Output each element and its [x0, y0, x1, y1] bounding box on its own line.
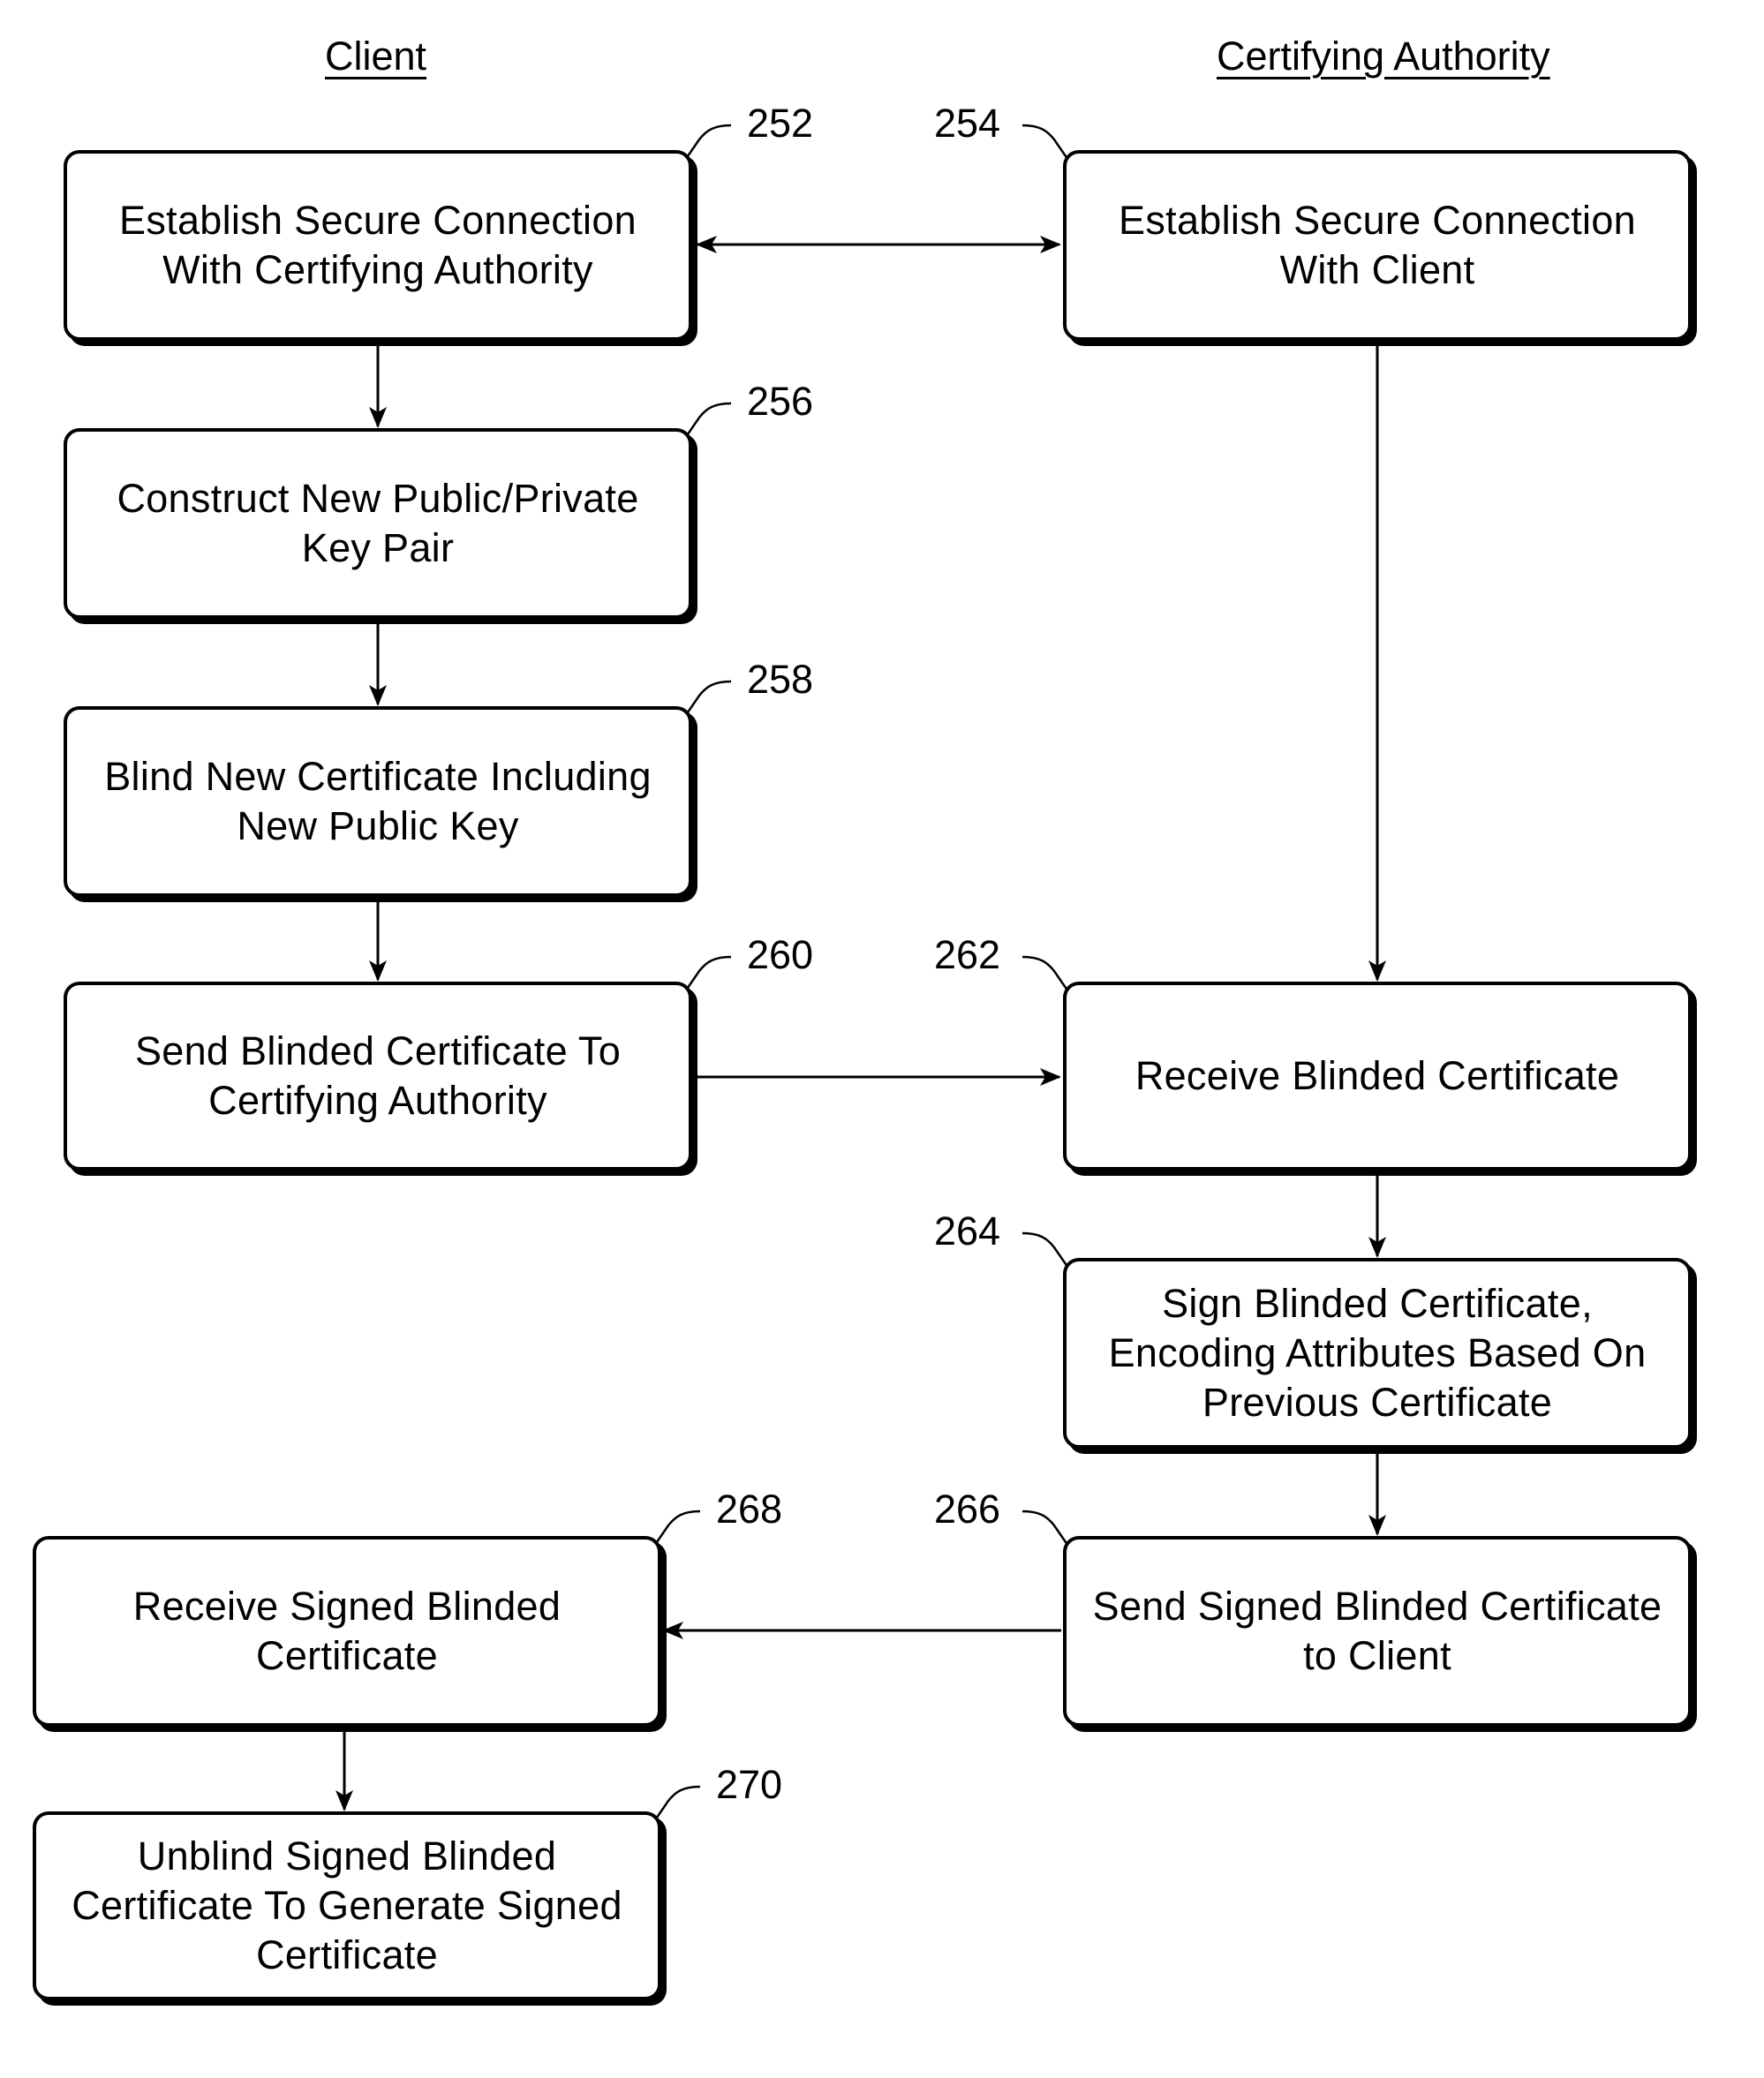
ref-label-270: 270 — [716, 1762, 783, 1807]
step-266-text: Send Signed Blinded Certificate to Clien… — [1092, 1584, 1662, 1678]
step-262-text: Receive Blinded Certificate — [1135, 1053, 1620, 1098]
ref-label-258: 258 — [747, 657, 814, 702]
ref-label-254: 254 — [934, 101, 1001, 146]
step-260-box: Send Blinded Certificate To Certifying A… — [64, 982, 692, 1171]
ref-label-268: 268 — [716, 1487, 783, 1532]
step-268-box: Receive Signed Blinded Certificate — [33, 1536, 661, 1727]
step-254-text: Establish Secure Connection With Client — [1119, 198, 1636, 292]
ref-label-264: 264 — [934, 1208, 1001, 1254]
step-268-text: Receive Signed Blinded Certificate — [132, 1584, 562, 1678]
step-264-box: Sign Blinded Certificate, Encoding Attri… — [1063, 1258, 1692, 1449]
step-256-box: Construct New Public/Private Key Pair — [64, 428, 692, 619]
step-252-box: Establish Secure Connection With Certify… — [64, 150, 692, 341]
step-260-text: Send Blinded Certificate To Certifying A… — [134, 1028, 622, 1123]
ref-label-252: 252 — [747, 101, 814, 146]
step-270-text: Unblind Signed Blinded Certificate To Ge… — [72, 1833, 622, 1977]
step-258-text: Blind New Certificate Including New Publ… — [104, 754, 652, 848]
step-270-box: Unblind Signed Blinded Certificate To Ge… — [33, 1811, 661, 2000]
ref-label-266: 266 — [934, 1487, 1001, 1532]
step-254-box: Establish Secure Connection With Client — [1063, 150, 1692, 341]
ref-label-262: 262 — [934, 932, 1001, 977]
step-256-text: Construct New Public/Private Key Pair — [117, 476, 639, 570]
step-264-text: Sign Blinded Certificate, Encoding Attri… — [1108, 1281, 1647, 1425]
step-262-box: Receive Blinded Certificate — [1063, 982, 1692, 1171]
step-258-box: Blind New Certificate Including New Publ… — [64, 706, 692, 897]
ref-label-260: 260 — [747, 932, 814, 977]
step-252-text: Establish Secure Connection With Certify… — [119, 198, 637, 292]
ref-label-256: 256 — [747, 379, 814, 424]
step-266-box: Send Signed Blinded Certificate to Clien… — [1063, 1536, 1692, 1727]
